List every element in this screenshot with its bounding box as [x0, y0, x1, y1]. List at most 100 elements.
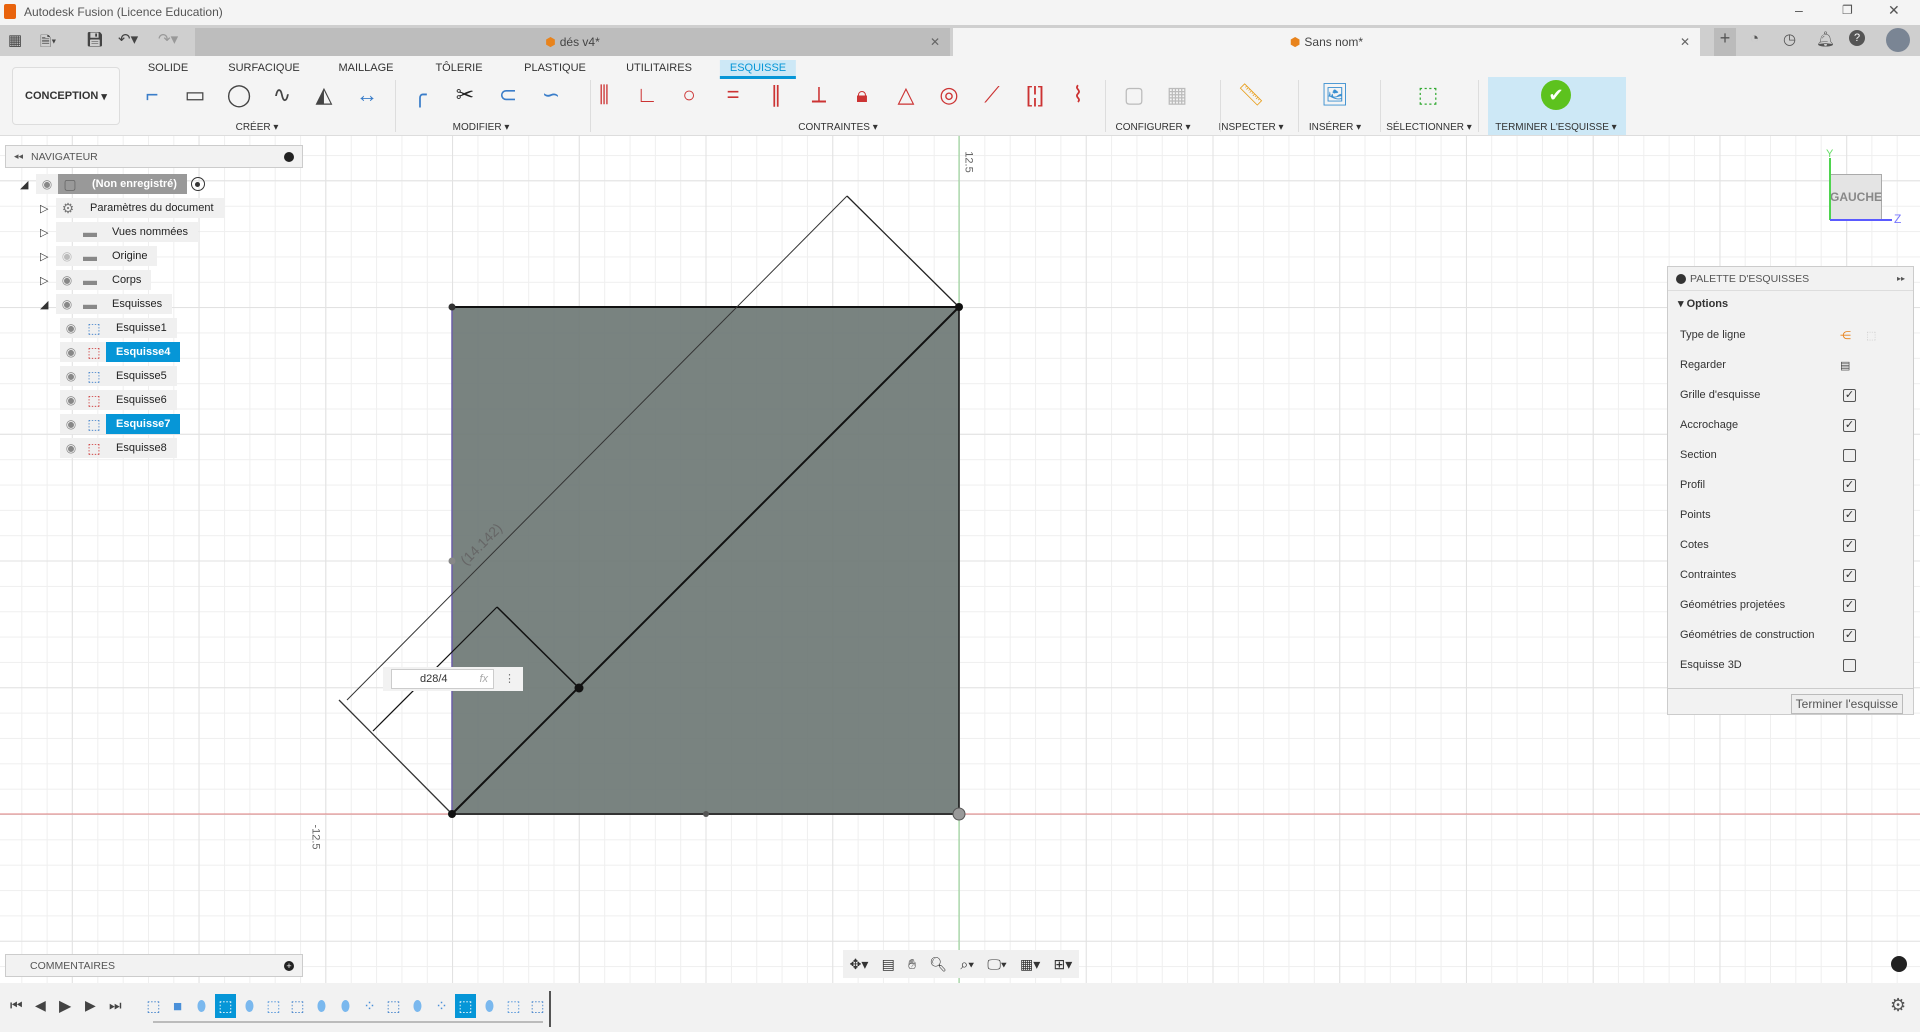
doc-tab-des-v4[interactable]: ⬢ dés v4* ✕	[195, 28, 950, 56]
timeline-item[interactable]: ⬚	[503, 994, 524, 1018]
group-configurer[interactable]: CONFIGURER ▾	[1115, 122, 1190, 133]
timeline-item[interactable]: ⁘	[431, 994, 452, 1018]
close-tab-icon[interactable]: ✕	[930, 35, 940, 49]
pan-hand-icon[interactable]: ✋︎	[908, 956, 916, 973]
viewports-icon[interactable]: ⊞▾	[1054, 956, 1073, 973]
close-button[interactable]: ✕	[1888, 2, 1900, 19]
comments-header[interactable]: COMMENTAIRES +	[5, 954, 303, 977]
file-menu-icon[interactable]: 🗎▾	[40, 31, 56, 55]
display-settings-icon[interactable]: 🖵▾	[987, 956, 1006, 973]
dimension-button[interactable]: ↔	[349, 80, 385, 110]
expanded-arrow-icon[interactable]: ◢	[40, 298, 56, 311]
timeline-item[interactable]: ⬚	[527, 994, 548, 1018]
trim-button[interactable]: ✂	[447, 80, 483, 110]
mirror-button[interactable]: ◭	[306, 80, 342, 110]
dimension-input[interactable]: d28/4 fx	[391, 669, 494, 689]
timeline-item[interactable]: ⬮	[407, 994, 428, 1018]
tab-esquisse[interactable]: ESQUISSE	[719, 60, 797, 79]
timeline-item[interactable]: ⬚	[143, 994, 164, 1018]
notifications-bell-icon[interactable]: 🔔︎	[1816, 30, 1835, 48]
curvature-button[interactable]: ⌇	[1060, 80, 1096, 110]
fx-icon[interactable]: fx	[479, 673, 488, 685]
timeline-item[interactable]: ⬮	[335, 994, 356, 1018]
collapsed-arrow-icon[interactable]: ▷	[40, 274, 56, 287]
eye-icon[interactable]: ◉	[60, 414, 82, 434]
fit-zoom-icon[interactable]: ⌕▾	[960, 956, 974, 973]
expanded-arrow-icon[interactable]: ◢	[20, 178, 36, 191]
workspace-selector[interactable]: CONCEPTION ▾	[12, 67, 120, 125]
construction-linetype-icon[interactable]: ⋲	[1840, 329, 1851, 342]
spline-button[interactable]: ∿	[264, 80, 300, 110]
eye-icon[interactable]: ◉	[60, 318, 82, 338]
tangent-button[interactable]: ○	[671, 80, 707, 110]
tree-item-non-enregistr[interactable]: ◢ ◉ ▢ (Non enregistré)	[20, 174, 205, 194]
orbit-icon[interactable]: ✥▾	[850, 956, 869, 973]
horizontal-vertical-button[interactable]: ⫼	[586, 80, 622, 110]
undo-icon[interactable]: ↶▾	[118, 30, 138, 48]
look-at-icon[interactable]: ▤	[882, 956, 895, 973]
timeline-item[interactable]: ■	[167, 994, 188, 1018]
eye-icon[interactable]	[56, 222, 78, 242]
save-icon[interactable]: 💾︎	[86, 31, 104, 48]
play-icon[interactable]: ▶︎	[59, 996, 71, 1016]
close-tab-icon[interactable]: ✕	[1680, 35, 1690, 49]
group-sélectionner[interactable]: SÉLECTIONNER ▾	[1386, 122, 1472, 133]
tab-tôlerie[interactable]: TÔLERIE	[425, 60, 492, 76]
tree-item-esquisse5[interactable]: ◉ ⬚ Esquisse5	[60, 366, 177, 386]
job-status-icon[interactable]: ◔	[1750, 30, 1759, 47]
timeline-item[interactable]: ⬮	[479, 994, 500, 1018]
timeline-item[interactable]: ⬮	[239, 994, 260, 1018]
tree-item-vues-nomm-es[interactable]: ▷ ▬ Vues nommées	[40, 222, 199, 242]
checkbox-checked[interactable]: ✓	[1843, 628, 1856, 642]
timeline-item[interactable]: ⬚	[383, 994, 404, 1018]
eye-icon[interactable]: ◉	[60, 342, 82, 362]
finish-sketch-button[interactable]: Terminer l'esquisse	[1790, 694, 1903, 714]
go-to-start-icon[interactable]: ⏮︎	[10, 997, 23, 1014]
tree-item-origine[interactable]: ▷ ◉ ▬ Origine	[40, 246, 158, 266]
step-forward-icon[interactable]: ▶︎	[85, 997, 96, 1014]
insert-image-button[interactable]: 🖼︎	[1317, 80, 1353, 110]
avatar[interactable]	[1886, 28, 1910, 52]
sketch-canvas[interactable]: 12.5 -12.5 (14.142) d28/4 fx ⋮ GAUCHE Y …	[0, 136, 1920, 983]
sketch-geometry[interactable]	[0, 136, 1920, 983]
timeline-marker[interactable]	[549, 991, 551, 1027]
eye-icon[interactable]: ◉	[36, 174, 58, 194]
checkbox-checked[interactable]: ✓	[1843, 388, 1856, 402]
fillet-button[interactable]: ╭	[402, 80, 438, 110]
timeline-item[interactable]: ⬚	[287, 994, 308, 1018]
collapsed-arrow-icon[interactable]: ▷	[40, 226, 56, 239]
timeline-item[interactable]: ⁘	[359, 994, 380, 1018]
curve-button[interactable]: ∽	[533, 80, 569, 110]
collapse-panel-icon[interactable]: ◂◂	[14, 151, 23, 162]
tree-item-esquisse7[interactable]: ◉ ⬚ Esquisse7	[60, 414, 181, 434]
viewcube[interactable]: GAUCHE	[1830, 174, 1882, 220]
redo-icon[interactable]: ↷▾	[158, 30, 178, 48]
tab-surfacique[interactable]: SURFACIQUE	[218, 60, 310, 76]
zoom-icon[interactable]: 🔍︎	[929, 956, 947, 973]
coincident-button[interactable]: ∟	[629, 80, 665, 110]
measure-button[interactable]: 📏︎	[1233, 80, 1269, 110]
palette-header[interactable]: PALETTE D'ESQUISSES ▸▸	[1668, 267, 1913, 291]
select-button[interactable]: ⬚	[1410, 80, 1446, 110]
offset-button[interactable]: ⊂	[490, 80, 526, 110]
group-terminer-l-esquisse[interactable]: TERMINER L'ESQUISSE ▾	[1495, 122, 1616, 133]
doc-tab-sans-nom[interactable]: ⬢ Sans nom* ✕	[953, 28, 1700, 56]
eye-hidden-icon[interactable]: ◉	[56, 246, 78, 266]
checkbox-checked[interactable]: ✓	[1843, 568, 1856, 582]
look-at-icon[interactable]: ▤	[1840, 359, 1850, 372]
perpendicular-button[interactable]: ⟂	[801, 80, 837, 110]
collapsed-arrow-icon[interactable]: ▷	[40, 250, 56, 263]
tree-item-esquisse6[interactable]: ◉ ⬚ Esquisse6	[60, 390, 177, 410]
expand-palette-icon[interactable]: ▸▸	[1897, 274, 1905, 283]
tree-item-corps[interactable]: ▷ ◉ ▬ Corps	[40, 270, 152, 290]
fix-button[interactable]: 🔒︎	[844, 80, 880, 110]
timeline-item[interactable]: ⬮	[311, 994, 332, 1018]
equal-button[interactable]: =	[715, 80, 751, 110]
concentric-button[interactable]: ◎	[931, 80, 967, 110]
history-clock-icon[interactable]: ◷	[1783, 30, 1796, 48]
timeline-item[interactable]: ⬚	[215, 994, 236, 1018]
options-section-header[interactable]: ▾ Options	[1678, 297, 1728, 310]
tree-item-esquisses[interactable]: ◢ ◉ ▬ Esquisses	[40, 294, 173, 314]
circle-button[interactable]: ◯	[221, 80, 257, 110]
minimize-button[interactable]: –	[1795, 2, 1803, 18]
